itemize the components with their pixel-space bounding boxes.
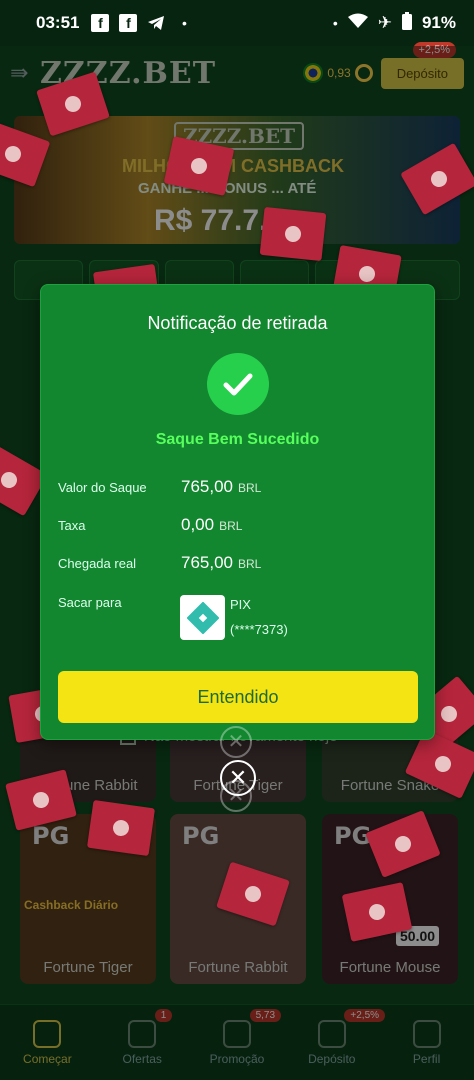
battery-icon bbox=[401, 11, 412, 35]
row-label: Valor do Saque bbox=[58, 480, 147, 495]
status-time: 03:51 bbox=[36, 13, 80, 32]
pix-logo-icon bbox=[180, 595, 225, 640]
status-bar: 03:51 f f • • ✈ 91% bbox=[0, 0, 474, 46]
battery-percent: 91% bbox=[421, 13, 456, 32]
fee-row: Taxa 0,00 BRL bbox=[58, 515, 418, 535]
row-value: 765,00 bbox=[181, 553, 233, 572]
row-label: Sacar para bbox=[58, 595, 122, 610]
dot-icon: • bbox=[182, 15, 187, 31]
row-currency: BRL bbox=[219, 519, 243, 533]
withdrawal-status: Saque Bem Sucedido bbox=[155, 431, 320, 448]
payment-method-name: PIX bbox=[230, 597, 251, 612]
row-value: 0,00 bbox=[181, 515, 215, 534]
dot-icon-2: • bbox=[332, 15, 338, 31]
red-envelope-decoration bbox=[259, 206, 327, 262]
modal-title: Notificação de retirada bbox=[147, 313, 328, 333]
facebook-notification-icon-2: f bbox=[119, 14, 138, 32]
withdrawal-notification-modal: Notificação de retirada Saque Bem Sucedi… bbox=[40, 284, 435, 740]
row-label: Chegada real bbox=[58, 556, 137, 571]
success-check-icon bbox=[207, 353, 269, 415]
close-icon[interactable]: ✕ bbox=[220, 780, 252, 812]
airplane-mode-icon: ✈ bbox=[377, 13, 392, 32]
row-currency: BRL bbox=[238, 481, 262, 495]
row-currency: BRL bbox=[238, 557, 262, 571]
wifi-icon bbox=[347, 13, 368, 34]
row-label: Taxa bbox=[58, 518, 86, 533]
payment-account-number: (****7373) bbox=[230, 622, 288, 637]
actual-arrival-row: Chegada real 765,00 BRL bbox=[58, 553, 418, 573]
close-icon[interactable]: ✕ bbox=[220, 726, 252, 758]
withdrawal-amount-row: Valor do Saque 765,00 BRL bbox=[58, 477, 418, 497]
confirm-button[interactable]: Entendido bbox=[58, 671, 418, 723]
red-envelope-decoration bbox=[86, 799, 156, 857]
facebook-notification-icon: f bbox=[91, 14, 110, 32]
telegram-notification-icon bbox=[147, 14, 165, 32]
row-value: 765,00 bbox=[181, 477, 233, 496]
